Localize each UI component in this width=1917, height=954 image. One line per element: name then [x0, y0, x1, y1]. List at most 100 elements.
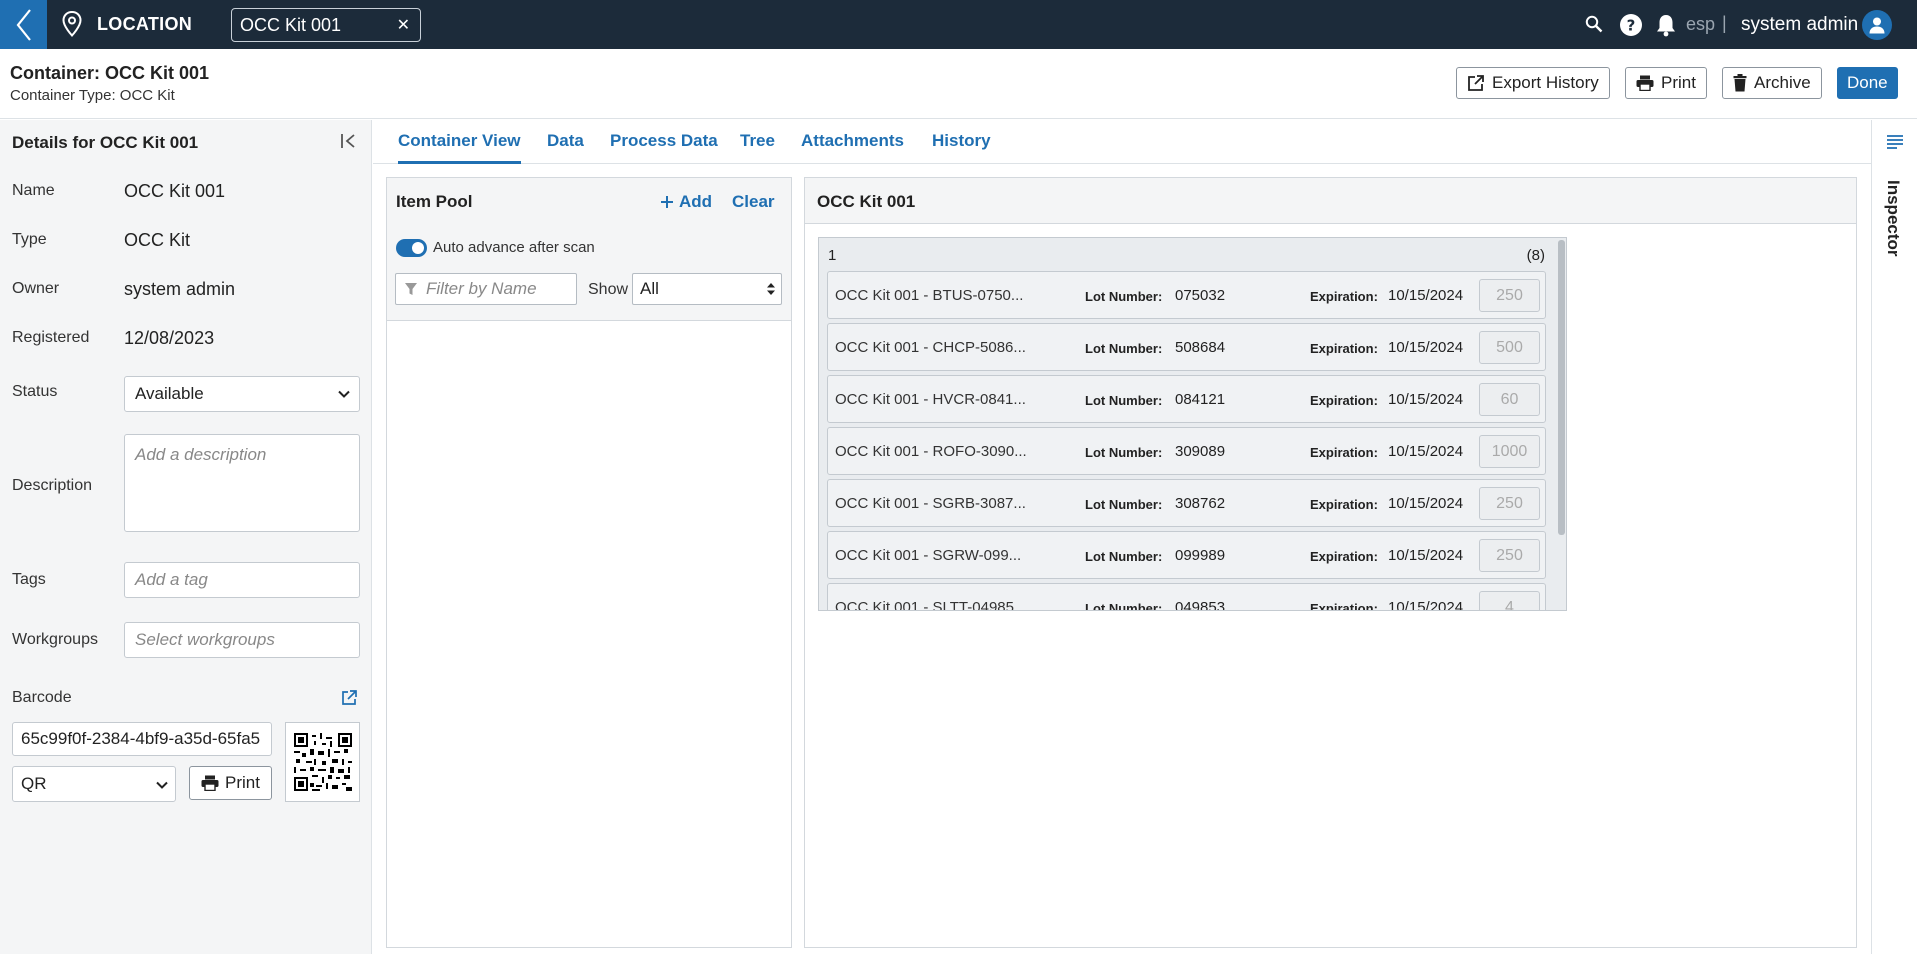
close-icon[interactable]: ✕	[397, 15, 410, 35]
lot-number: 308762	[1175, 495, 1226, 512]
tab-process-data[interactable]: Process Data	[610, 131, 718, 164]
user-avatar-icon[interactable]	[1862, 10, 1892, 40]
separator: |	[1722, 13, 1727, 33]
barcode-print-button[interactable]: Print	[189, 766, 272, 800]
list-item[interactable]: OCC Kit 001 - SGRB-3087... Lot Number: 3…	[827, 479, 1546, 527]
tab-container-view[interactable]: Container View	[398, 131, 521, 164]
status-select[interactable]: Available	[124, 376, 360, 412]
barcode-input[interactable]: 65c99f0f-2384-4bf9-a35d-65fa5	[12, 722, 272, 756]
details-title: Details for OCC Kit 001	[12, 133, 199, 152]
external-link-icon[interactable]	[341, 690, 357, 706]
help-icon[interactable]: ?	[1619, 13, 1643, 37]
container-slot[interactable]: 1 (8) OCC Kit 001 - BTUS-0750... Lot Num…	[818, 237, 1567, 611]
printer-icon	[201, 775, 219, 791]
expiration-date: 10/15/2024	[1388, 547, 1464, 564]
type-value: OCC Kit	[124, 230, 191, 250]
lot-label: Lot Number:	[1085, 497, 1163, 512]
slot-number: 1	[828, 247, 837, 264]
clear-button[interactable]: Clear	[732, 192, 775, 212]
lot-label: Lot Number:	[1085, 341, 1163, 356]
archive-label: Archive	[1754, 73, 1811, 92]
workgroups-field[interactable]: Select workgroups	[124, 622, 360, 658]
lot-label: Lot Number:	[1085, 601, 1163, 611]
list-icon[interactable]	[1886, 134, 1904, 150]
expiration-label: Expiration:	[1310, 445, 1378, 460]
collapse-left-icon[interactable]	[340, 133, 358, 149]
auto-advance-toggle[interactable]	[396, 239, 427, 257]
details-panel: Details for OCC Kit 001 Name OCC Kit 001…	[0, 120, 372, 954]
filter-placeholder: Filter by Name	[426, 279, 537, 298]
barcode-print-label: Print	[225, 773, 260, 792]
show-label: Show	[588, 281, 629, 298]
barcode-type-select[interactable]: QR	[12, 766, 176, 802]
item-name: OCC Kit 001 - SGRB-3087...	[835, 495, 1026, 512]
expiration-label: Expiration:	[1310, 341, 1378, 356]
list-item[interactable]: OCC Kit 001 - ROFO-3090... Lot Number: 3…	[827, 427, 1546, 475]
item-name: OCC Kit 001 - ROFO-3090...	[835, 443, 1027, 460]
registered-label: Registered	[12, 329, 90, 346]
item-pool-title: Item Pool	[396, 192, 473, 211]
slot-scrollbar[interactable]	[1558, 240, 1565, 535]
qr-code-icon	[285, 722, 360, 802]
add-item-button[interactable]: Add	[660, 192, 712, 212]
expiration-label: Expiration:	[1310, 289, 1378, 304]
archive-button[interactable]: Archive	[1722, 67, 1822, 99]
quantity-field[interactable]: 1000	[1479, 435, 1540, 468]
lot-label: Lot Number:	[1085, 393, 1163, 408]
list-item[interactable]: OCC Kit 001 - SLTT-04985... Lot Number: …	[827, 583, 1546, 611]
list-item[interactable]: OCC Kit 001 - BTUS-0750... Lot Number: 0…	[827, 271, 1546, 319]
filter-by-name-input[interactable]: Filter by Name	[395, 273, 577, 305]
expiration-label: Expiration:	[1310, 601, 1378, 611]
inspector-label[interactable]: Inspector	[1883, 180, 1903, 257]
quantity-field[interactable]: 250	[1479, 487, 1540, 520]
trash-icon	[1733, 74, 1747, 92]
show-select[interactable]: All	[632, 273, 782, 305]
tab-history[interactable]: History	[932, 131, 991, 164]
tags-label: Tags	[12, 571, 46, 588]
description-field[interactable]: Add a description	[124, 434, 360, 532]
view-tabs: Container View Data Process Data Tree At…	[373, 120, 1871, 164]
section-label[interactable]: LOCATION	[97, 14, 192, 35]
user-name[interactable]: system admin	[1741, 14, 1858, 36]
item-name: OCC Kit 001 - SLTT-04985...	[835, 599, 1027, 611]
open-record-tab[interactable]: OCC Kit 001 ✕	[231, 8, 421, 42]
record-header: Container: OCC Kit 001 Container Type: O…	[0, 49, 1917, 119]
container-panel: OCC Kit 001 1 (8) OCC Kit 001 - BTUS-075…	[804, 177, 1857, 948]
lot-label: Lot Number:	[1085, 289, 1163, 304]
owner-label: Owner	[12, 280, 60, 297]
quantity-field[interactable]: 60	[1479, 383, 1540, 416]
tab-tree[interactable]: Tree	[740, 131, 775, 164]
quantity-field[interactable]: 4	[1479, 591, 1540, 610]
quantity-field[interactable]: 250	[1479, 539, 1540, 572]
item-pool-panel: Item Pool Add Clear Auto advance after s…	[386, 177, 792, 948]
expiration-date: 10/15/2024	[1388, 339, 1464, 356]
quantity-field[interactable]: 250	[1479, 279, 1540, 312]
search-icon[interactable]	[1585, 15, 1603, 33]
tags-field[interactable]: Add a tag	[124, 562, 360, 598]
workgroups-label: Workgroups	[12, 631, 98, 648]
lot-number: 075032	[1175, 287, 1226, 304]
barcode-label: Barcode	[12, 689, 72, 706]
export-icon	[1468, 75, 1484, 91]
quantity-field[interactable]: 500	[1479, 331, 1540, 364]
export-history-button[interactable]: Export History	[1456, 67, 1610, 99]
print-button[interactable]: Print	[1625, 67, 1707, 99]
list-item[interactable]: OCC Kit 001 - HVCR-0841... Lot Number: 0…	[827, 375, 1546, 423]
list-item[interactable]: OCC Kit 001 - CHCP-5086... Lot Number: 5…	[827, 323, 1546, 371]
bell-icon[interactable]	[1655, 13, 1677, 37]
tab-attachments[interactable]: Attachments	[801, 131, 904, 164]
toggle-knob	[412, 242, 424, 254]
back-button[interactable]	[0, 0, 47, 49]
auto-advance-label: Auto advance after scan	[433, 239, 595, 256]
owner-value: system admin	[124, 279, 236, 299]
done-button[interactable]: Done	[1837, 67, 1898, 99]
language-selector[interactable]: esp	[1686, 14, 1715, 35]
print-label: Print	[1661, 73, 1696, 92]
chevron-down-icon	[338, 390, 350, 398]
printer-icon	[1636, 75, 1654, 91]
tab-data[interactable]: Data	[547, 131, 584, 164]
expiration-date: 10/15/2024	[1388, 495, 1464, 512]
list-item[interactable]: OCC Kit 001 - SGRW-099... Lot Number: 09…	[827, 531, 1546, 579]
slot-count: (8)	[1526, 247, 1545, 264]
expiration-label: Expiration:	[1310, 549, 1378, 564]
